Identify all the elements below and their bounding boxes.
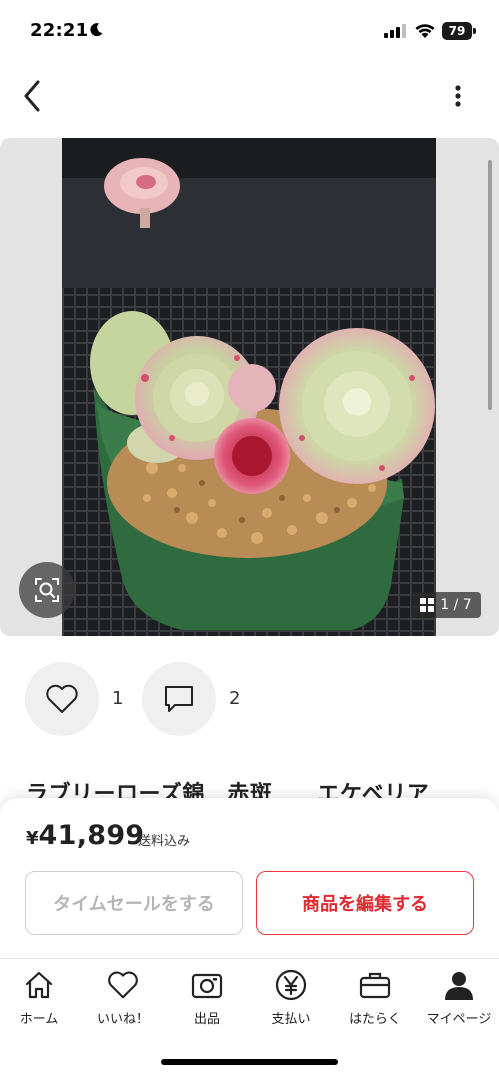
battery-indicator: 79 (442, 22, 476, 40)
tab-work-label: はたらく (349, 1012, 401, 1027)
heart-icon (106, 968, 140, 1002)
signal-icon (384, 24, 406, 38)
briefcase-icon (358, 968, 392, 1002)
time-sale-button[interactable]: タイムセールをする (25, 871, 243, 935)
tab-work[interactable]: はたらく (335, 968, 415, 1030)
back-button[interactable] (14, 76, 50, 116)
tab-listing[interactable]: 出品 (167, 968, 247, 1030)
tab-mypage-label: マイページ (426, 1012, 492, 1027)
shipping-note: 送料込み (138, 834, 191, 849)
tab-payment-label: 支払い (271, 1012, 311, 1027)
tab-likes[interactable]: いいね！ (83, 968, 163, 1030)
wifi-icon (415, 24, 435, 38)
comment-button[interactable] (142, 662, 216, 736)
tab-home[interactable]: ホーム (0, 968, 79, 1030)
price-currency-symbol: ¥ (26, 828, 39, 849)
home-icon (22, 968, 56, 1002)
price-value: 41,899 (38, 820, 145, 851)
person-icon (442, 968, 476, 1002)
chevron-left-icon (24, 80, 40, 112)
price: ¥41,899 (26, 820, 145, 851)
zoom-search-button[interactable] (19, 562, 75, 618)
product-photo-carousel[interactable]: 1 / 7 (0, 138, 499, 636)
grid-icon (420, 598, 435, 612)
tab-bar-divider (0, 958, 499, 959)
comment-count: 2 (229, 688, 241, 709)
battery-level: 79 (442, 22, 472, 40)
status-bar: 22:21 79 (0, 0, 499, 60)
like-button[interactable] (25, 662, 99, 736)
camera-icon (190, 968, 224, 1002)
moon-icon (90, 23, 103, 37)
page-indicator-text: 1 / 7 (440, 597, 472, 613)
comment-icon (165, 686, 193, 712)
tab-listing-label: 出品 (193, 1012, 220, 1027)
like-count: 1 (112, 688, 124, 709)
heart-icon (46, 684, 78, 713)
tab-payment[interactable]: 支払い (251, 968, 331, 1030)
edit-item-button[interactable]: 商品を編集する (256, 871, 474, 935)
battery-tip (473, 28, 476, 34)
status-time: 22:21 (30, 20, 89, 41)
image-search-icon (35, 578, 59, 602)
tab-home-label: ホーム (19, 1012, 59, 1027)
product-photo (62, 138, 436, 636)
tab-mypage[interactable]: マイページ (419, 968, 499, 1030)
more-vertical-icon (455, 85, 461, 107)
photo-scrollbar[interactable] (488, 160, 492, 410)
yen-icon (274, 968, 308, 1002)
more-options-button[interactable] (444, 78, 472, 114)
home-indicator[interactable] (161, 1059, 338, 1065)
photo-page-indicator: 1 / 7 (411, 592, 481, 618)
tab-likes-label: いいね！ (96, 1012, 149, 1027)
